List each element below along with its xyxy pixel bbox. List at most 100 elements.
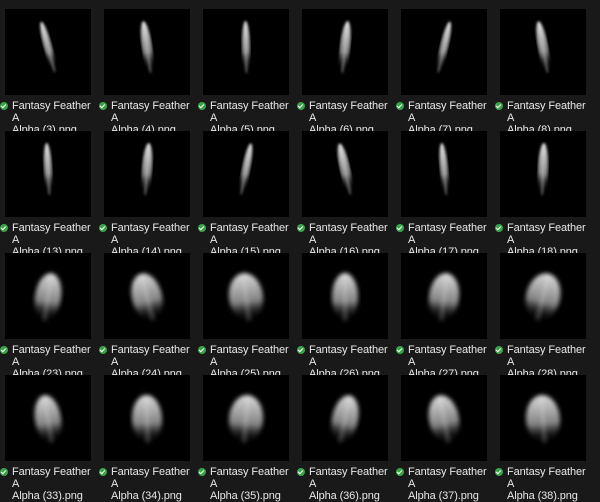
file-item[interactable]: Fantasy Feather A Alpha (28).png [495, 253, 592, 380]
file-name-line2: Alpha (38).png [507, 490, 578, 502]
sync-ok-check-icon [297, 102, 305, 110]
image-thumbnail[interactable] [203, 131, 289, 217]
file-name[interactable]: Fantasy Feather A Alpha (36).png [297, 466, 395, 502]
file-item[interactable]: Fantasy Feather A Alpha (7).png [396, 9, 493, 136]
file-item[interactable]: Fantasy Feather A Alpha (34).png [99, 375, 196, 502]
file-item[interactable]: Fantasy Feather A Alpha (26).png [297, 253, 394, 380]
sync-ok-check-icon [495, 224, 503, 232]
file-name-line1: Fantasy Feather A [210, 100, 289, 124]
image-thumbnail[interactable] [500, 9, 586, 95]
file-item[interactable]: Fantasy Feather A Alpha (17).png [396, 131, 493, 258]
file-name-line1: Fantasy Feather A [309, 344, 388, 368]
sync-ok-check-icon [495, 468, 503, 476]
image-thumbnail[interactable] [5, 9, 91, 95]
image-thumbnail[interactable] [104, 9, 190, 95]
file-name-line1: Fantasy Feather A [309, 100, 388, 124]
file-name-line1: Fantasy Feather A [111, 100, 190, 124]
file-item[interactable]: Fantasy Feather A Alpha (36).png [297, 375, 394, 502]
sync-ok-check-icon [198, 102, 206, 110]
file-name-line1: Fantasy Feather A [507, 100, 586, 124]
sync-ok-check-icon [198, 468, 206, 476]
file-name-line1: Fantasy Feather A [111, 466, 190, 490]
file-name-line1: Fantasy Feather A [210, 222, 289, 246]
image-thumbnail[interactable] [302, 131, 388, 217]
file-name-line1: Fantasy Feather A [309, 466, 388, 490]
image-thumbnail[interactable] [5, 131, 91, 217]
file-name-line1: Fantasy Feather A [408, 222, 487, 246]
file-item[interactable]: Fantasy Feather A Alpha (4).png [99, 9, 196, 136]
file-name-line1: Fantasy Feather A [408, 344, 487, 368]
image-thumbnail[interactable] [302, 375, 388, 461]
file-name-line2: Alpha (37).png [408, 490, 479, 502]
file-name-line2: Alpha (36).png [309, 490, 380, 502]
sync-ok-check-icon [297, 468, 305, 476]
file-item[interactable]: Fantasy Feather A Alpha (16).png [297, 131, 394, 258]
sync-ok-check-icon [99, 468, 107, 476]
file-name[interactable]: Fantasy Feather A Alpha (37).png [396, 466, 494, 502]
sync-ok-check-icon [297, 224, 305, 232]
sync-ok-check-icon [198, 346, 206, 354]
sync-ok-check-icon [396, 224, 404, 232]
image-thumbnail[interactable] [500, 253, 586, 339]
sync-ok-check-icon [297, 346, 305, 354]
image-thumbnail[interactable] [203, 375, 289, 461]
image-thumbnail[interactable] [104, 131, 190, 217]
image-thumbnail[interactable] [401, 253, 487, 339]
image-thumbnail[interactable] [104, 253, 190, 339]
image-thumbnail[interactable] [203, 253, 289, 339]
file-name-line1: Fantasy Feather A [111, 344, 190, 368]
file-name-line1: Fantasy Feather A [408, 100, 487, 124]
file-item[interactable]: Fantasy Feather A Alpha (18).png [495, 131, 592, 258]
image-thumbnail[interactable] [5, 375, 91, 461]
file-name-line2: Alpha (34).png [111, 490, 182, 502]
file-item[interactable]: Fantasy Feather A Alpha (14).png [99, 131, 196, 258]
sync-ok-check-icon [0, 468, 8, 476]
file-item[interactable]: Fantasy Feather A Alpha (15).png [198, 131, 295, 258]
sync-ok-check-icon [396, 346, 404, 354]
file-item[interactable]: Fantasy Feather A Alpha (38).png [495, 375, 592, 502]
sync-ok-check-icon [0, 102, 8, 110]
image-thumbnail[interactable] [401, 375, 487, 461]
image-thumbnail[interactable] [203, 9, 289, 95]
image-thumbnail[interactable] [401, 9, 487, 95]
file-name-line1: Fantasy Feather A [210, 344, 289, 368]
image-thumbnail[interactable] [500, 131, 586, 217]
sync-ok-check-icon [0, 346, 8, 354]
file-name[interactable]: Fantasy Feather A Alpha (33).png [0, 466, 98, 502]
image-thumbnail[interactable] [302, 253, 388, 339]
file-item[interactable]: Fantasy Feather A Alpha (13).png [0, 131, 97, 258]
file-name-line1: Fantasy Feather A [309, 222, 388, 246]
file-name-line1: Fantasy Feather A [507, 466, 586, 490]
file-name-line1: Fantasy Feather A [12, 100, 91, 124]
file-grid: Fantasy Feather A Alpha (3).png Fantasy Fe… [0, 0, 600, 502]
sync-ok-check-icon [99, 224, 107, 232]
sync-ok-check-icon [0, 224, 8, 232]
sync-ok-check-icon [396, 468, 404, 476]
file-item[interactable]: Fantasy Feather A Alpha (8).png [495, 9, 592, 136]
image-thumbnail[interactable] [5, 253, 91, 339]
file-item[interactable]: Fantasy Feather A Alpha (37).png [396, 375, 493, 502]
file-item[interactable]: Fantasy Feather A Alpha (23).png [0, 253, 97, 380]
file-item[interactable]: Fantasy Feather A Alpha (5).png [198, 9, 295, 136]
image-thumbnail[interactable] [500, 375, 586, 461]
file-item[interactable]: Fantasy Feather A Alpha (33).png [0, 375, 97, 502]
image-thumbnail[interactable] [401, 131, 487, 217]
file-item[interactable]: Fantasy Feather A Alpha (25).png [198, 253, 295, 380]
file-name-line1: Fantasy Feather A [111, 222, 190, 246]
file-name-line1: Fantasy Feather A [210, 466, 289, 490]
sync-ok-check-icon [495, 346, 503, 354]
sync-ok-check-icon [495, 102, 503, 110]
file-item[interactable]: Fantasy Feather A Alpha (27).png [396, 253, 493, 380]
image-thumbnail[interactable] [302, 9, 388, 95]
image-thumbnail[interactable] [104, 375, 190, 461]
file-item[interactable]: Fantasy Feather A Alpha (35).png [198, 375, 295, 502]
file-name[interactable]: Fantasy Feather A Alpha (34).png [99, 466, 197, 502]
file-item[interactable]: Fantasy Feather A Alpha (24).png [99, 253, 196, 380]
file-name-line1: Fantasy Feather A [12, 466, 91, 490]
file-name[interactable]: Fantasy Feather A Alpha (38).png [495, 466, 593, 502]
file-name-line1: Fantasy Feather A [12, 222, 91, 246]
file-item[interactable]: Fantasy Feather A Alpha (3).png [0, 9, 97, 136]
file-name-line1: Fantasy Feather A [12, 344, 91, 368]
file-item[interactable]: Fantasy Feather A Alpha (6).png [297, 9, 394, 136]
file-name[interactable]: Fantasy Feather A Alpha (35).png [198, 466, 296, 502]
